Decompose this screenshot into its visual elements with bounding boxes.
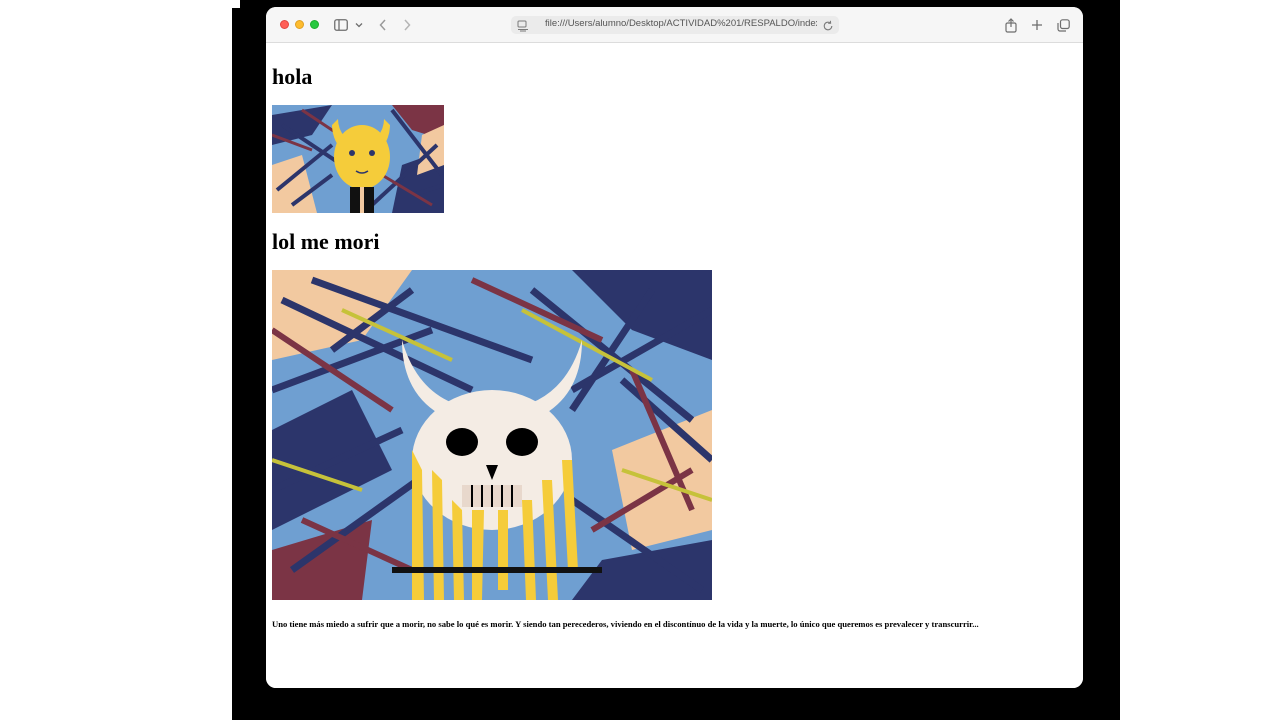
reload-icon[interactable] (822, 19, 834, 31)
share-icon[interactable] (1002, 15, 1020, 35)
artwork-skull (272, 270, 712, 600)
chevron-down-icon[interactable] (354, 15, 364, 35)
address-bar[interactable]: file:///Users/alumno/Desktop/ACTIVIDAD%2… (511, 16, 839, 34)
plus-icon[interactable] (1028, 15, 1046, 35)
sidebar-icon[interactable] (332, 15, 350, 35)
forward-button[interactable] (400, 15, 414, 35)
close-window-button[interactable] (280, 20, 289, 29)
tab-overview-icon[interactable] (1054, 15, 1072, 35)
quote-paragraph: Uno tiene más miedo a sufrir que a morir… (272, 619, 979, 629)
chevron-left-icon (379, 19, 386, 31)
chevron-right-icon (404, 19, 411, 31)
heading-lol-me-mori: lol me mori (272, 229, 380, 254)
browser-toolbar: file:///Users/alumno/Desktop/ACTIVIDAD%2… (266, 7, 1083, 43)
page-settings-icon[interactable] (517, 19, 529, 32)
browser-window: file:///Users/alumno/Desktop/ACTIVIDAD%2… (266, 7, 1083, 688)
minimize-window-button[interactable] (295, 20, 304, 29)
back-button[interactable] (376, 15, 390, 35)
maximize-window-button[interactable] (310, 20, 319, 29)
page-content: hola lol me mori Uno tiene más miedo a s… (266, 44, 1083, 688)
artwork-yellow-face (272, 105, 444, 213)
backdrop-left (0, 0, 232, 720)
url-text[interactable]: file:///Users/alumno/Desktop/ACTIVIDAD%2… (545, 18, 817, 29)
heading-hola: hola (272, 64, 313, 89)
